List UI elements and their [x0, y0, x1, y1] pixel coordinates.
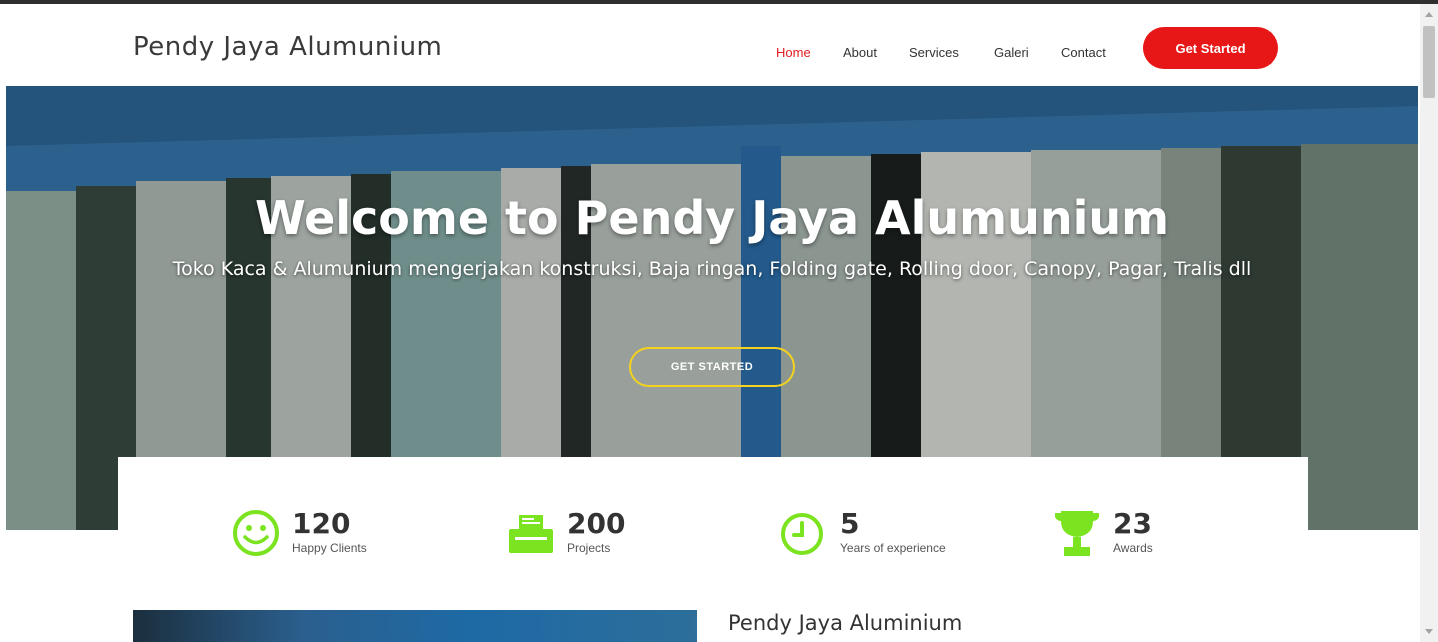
- trophy-icon: [1055, 511, 1099, 556]
- nav-contact[interactable]: Contact: [1061, 45, 1106, 60]
- nav-home[interactable]: Home: [776, 45, 811, 60]
- scroll-thumb[interactable]: [1423, 26, 1435, 98]
- hero-subtitle: Toko Kaca & Alumunium mengerjakan konstr…: [172, 258, 1252, 280]
- about-image: [133, 610, 697, 642]
- get-started-button[interactable]: Get Started: [1143, 27, 1278, 69]
- stat-number: 200: [567, 507, 626, 540]
- stat-number: 23: [1113, 507, 1152, 540]
- nav-about[interactable]: About: [843, 45, 877, 60]
- smiley-icon: [233, 510, 279, 556]
- hero-title: Welcome to Pendy Jaya Alumunium: [254, 191, 1170, 245]
- printer-icon: [509, 515, 553, 553]
- stat-label: Years of experience: [840, 541, 946, 555]
- stat-number: 120: [292, 507, 351, 540]
- nav-galeri[interactable]: Galeri: [994, 45, 1029, 60]
- nav-services[interactable]: Services: [909, 45, 959, 60]
- site-brand[interactable]: Pendy Jaya Alumunium: [133, 32, 442, 62]
- stat-number: 5: [840, 507, 860, 540]
- site-header: Pendy Jaya Alumunium Home About Services…: [0, 4, 1420, 86]
- page-scrollbar[interactable]: [1420, 4, 1438, 642]
- stat-label: Happy Clients: [292, 541, 367, 555]
- stat-label: Projects: [567, 541, 611, 555]
- scroll-down-arrow-icon[interactable]: [1425, 629, 1433, 634]
- stat-label: Awards: [1113, 541, 1153, 555]
- hero-get-started-button[interactable]: GET STARTED: [629, 347, 795, 387]
- clock-icon: [781, 513, 823, 555]
- about-title: Pendy Jaya Aluminium: [728, 611, 963, 635]
- scroll-up-arrow-icon[interactable]: [1425, 12, 1433, 17]
